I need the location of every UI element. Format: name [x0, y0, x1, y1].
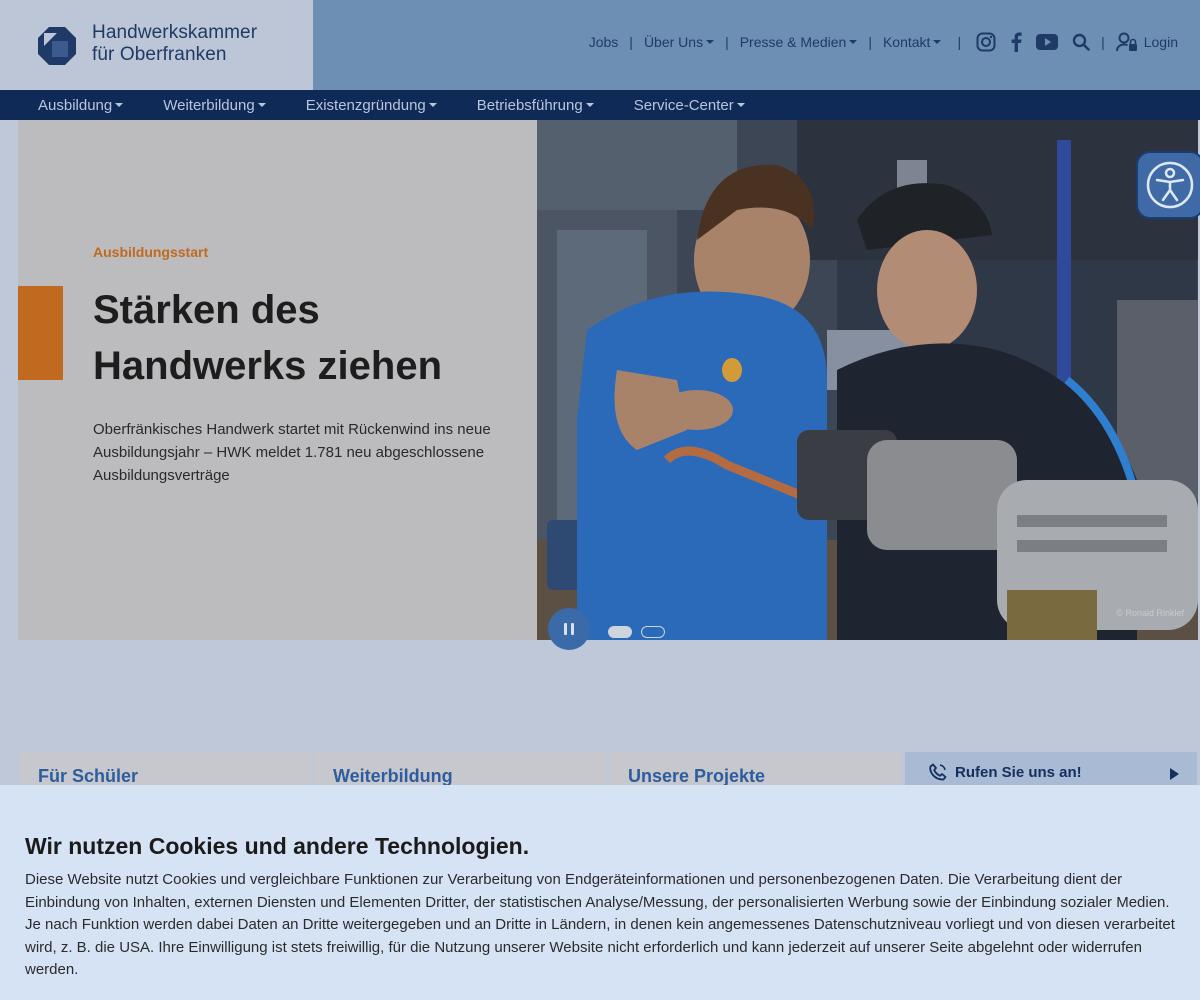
slider-dot-1[interactable]: [608, 626, 632, 638]
logo-line-1: Handwerkskammer: [92, 22, 258, 43]
cookie-banner: Wir nutzen Cookies und andere Technologi…: [0, 785, 1200, 1000]
slider-pause-button[interactable]: [548, 608, 590, 650]
arrow-right-icon: [1170, 768, 1179, 780]
hero-title-line-1: Stärken des: [93, 288, 320, 332]
login-label: Login: [1143, 34, 1178, 50]
card-label: Unsere Projekte: [628, 766, 766, 786]
card-label: Für Schüler: [38, 766, 139, 786]
caret-down-icon: [257, 103, 266, 107]
hero-kicker: Ausbildungsstart: [93, 244, 209, 260]
workshop-photo-illustration: [537, 120, 1198, 640]
caret-down-icon: [736, 103, 745, 107]
cookie-title: Wir nutzen Cookies und andere Technologi…: [25, 833, 530, 859]
top-link-kontakt[interactable]: Kontakt: [883, 34, 942, 50]
social-links: [976, 32, 1090, 52]
main-navigation: Ausbildung Weiterbildung Existenzgründun…: [0, 90, 1200, 120]
nav-item-ausbildung[interactable]: Ausbildung: [38, 97, 124, 114]
card-label: Weiterbildung: [333, 766, 453, 786]
separator: |: [868, 34, 872, 50]
separator: |: [1101, 34, 1105, 50]
caret-down-icon: [428, 103, 437, 107]
nav-item-weiterbildung[interactable]: Weiterbildung: [163, 97, 266, 114]
site-header: Handwerkskammer für Oberfranken Jobs | Ü…: [0, 0, 1200, 90]
caret-down-icon: [115, 103, 124, 107]
accessibility-button[interactable]: [1136, 151, 1200, 219]
caret-down-icon: [585, 103, 594, 107]
top-link-presse[interactable]: Presse & Medien: [740, 34, 858, 50]
instagram-icon[interactable]: [976, 32, 996, 52]
hero-slider: Ausbildungsstart Stärken des Handwerks z…: [18, 120, 1198, 640]
cookie-text: Diese Website nutzt Cookies und vergleic…: [25, 871, 1175, 978]
photo-credit: © Ronald Rinklef: [1116, 608, 1184, 618]
nav-item-betriebsfuehrung[interactable]: Betriebsführung: [477, 97, 594, 114]
logo-text: Handwerkskammer für Oberfranken: [92, 22, 257, 66]
search-icon[interactable]: [1072, 33, 1090, 51]
user-lock-icon: [1115, 32, 1137, 52]
separator: |: [725, 34, 729, 50]
separator: |: [957, 34, 962, 50]
facebook-icon[interactable]: [1010, 32, 1022, 52]
youtube-icon[interactable]: [1036, 34, 1059, 50]
hwk-logo-icon: [38, 27, 76, 65]
accessibility-icon: [1146, 161, 1194, 209]
logo-link[interactable]: Handwerkskammer für Oberfranken: [0, 0, 313, 90]
top-link-ueber-uns[interactable]: Über Uns: [644, 34, 715, 50]
nav-item-existenzgruendung[interactable]: Existenzgründung: [306, 97, 437, 114]
hero-photo[interactable]: © Ronald Rinklef: [537, 120, 1198, 640]
slider-dot-2[interactable]: [641, 626, 665, 638]
caret-down-icon: [849, 40, 858, 44]
login-link[interactable]: Login: [1115, 32, 1178, 52]
hero-title[interactable]: Stärken des Handwerks ziehen: [93, 282, 523, 394]
call-us-label: Rufen Sie uns an!: [955, 763, 1082, 781]
separator: |: [629, 34, 633, 50]
caret-down-icon: [706, 40, 715, 44]
pause-icon: [564, 623, 567, 635]
hero-title-line-2: Handwerks ziehen: [93, 344, 443, 388]
hero-text-panel: Ausbildungsstart Stärken des Handwerks z…: [18, 120, 537, 640]
accent-bar: [18, 286, 63, 380]
phone-icon: [929, 763, 947, 781]
pause-icon: [571, 623, 574, 635]
logo-line-2: für Oberfranken: [92, 44, 227, 65]
top-link-jobs[interactable]: Jobs: [589, 34, 619, 50]
nav-item-service-center[interactable]: Service-Center: [634, 97, 745, 114]
hero-teaser: Oberfränkisches Handwerk startet mit Rüc…: [93, 421, 491, 484]
top-navigation: Jobs | Über Uns | Presse & Medien | Kont…: [589, 26, 1178, 58]
caret-down-icon: [933, 40, 942, 44]
